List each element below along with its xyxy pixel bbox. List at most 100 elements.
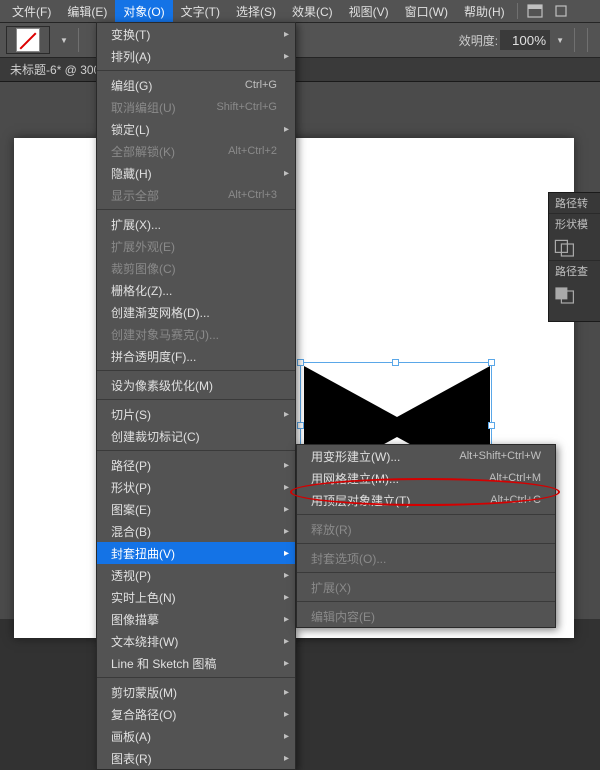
menu-object[interactable]: 对象(O) bbox=[115, 0, 172, 23]
submenu-item-label: 用顶层对象建立(T) bbox=[311, 492, 410, 509]
document-tab[interactable]: 未标题-6* @ 300% bbox=[0, 58, 600, 82]
menu-edit[interactable]: 编辑(E) bbox=[59, 0, 115, 23]
menu-shortcut: Alt+Ctrl+2 bbox=[228, 145, 277, 157]
menu-item[interactable]: 扩展(X)... bbox=[97, 213, 295, 235]
separator bbox=[297, 572, 555, 573]
menu-item: 扩展外观(E) bbox=[97, 235, 295, 257]
submenu-shortcut: Alt+Ctrl+M bbox=[489, 472, 541, 484]
menu-item-label: 隐藏(H) bbox=[111, 165, 152, 182]
menu-item[interactable]: 复合路径(O) bbox=[97, 703, 295, 725]
menu-item[interactable]: 创建裁切标记(C) bbox=[97, 425, 295, 447]
separator bbox=[97, 70, 295, 71]
submenu-item[interactable]: 用变形建立(W)... Alt+Shift+Ctrl+W bbox=[297, 445, 555, 467]
pathfinder-icon[interactable] bbox=[553, 285, 577, 305]
menu-item[interactable]: 栅格化(Z)... bbox=[97, 279, 295, 301]
divider bbox=[78, 28, 79, 52]
menu-item[interactable]: 封套扭曲(V) bbox=[97, 542, 295, 564]
menu-item-label: Line 和 Sketch 图稿 bbox=[111, 655, 216, 672]
menu-item[interactable]: 透视(P) bbox=[97, 564, 295, 586]
menu-item-label: 显示全部 bbox=[111, 187, 159, 204]
menu-item[interactable]: 排列(A) bbox=[97, 45, 295, 67]
submenu-item-label: 用变形建立(W)... bbox=[311, 448, 400, 465]
menu-shortcut: Shift+Ctrl+G bbox=[216, 101, 277, 113]
menu-item: 显示全部 Alt+Ctrl+3 bbox=[97, 184, 295, 206]
divider bbox=[574, 28, 575, 52]
menu-item[interactable]: 创建渐变网格(D)... bbox=[97, 301, 295, 323]
menu-item[interactable]: 隐藏(H) bbox=[97, 162, 295, 184]
menu-window[interactable]: 窗口(W) bbox=[397, 0, 456, 23]
menu-type[interactable]: 文字(T) bbox=[173, 0, 228, 23]
submenu-shortcut: Alt+Ctrl+C bbox=[490, 494, 541, 506]
menu-item: 创建对象马赛克(J)... bbox=[97, 323, 295, 345]
handle-t[interactable] bbox=[392, 359, 399, 366]
menu-item[interactable]: 图案(E) bbox=[97, 498, 295, 520]
separator bbox=[97, 399, 295, 400]
separator bbox=[297, 543, 555, 544]
menu-shortcut: Alt+Ctrl+3 bbox=[228, 189, 277, 201]
menu-item-label: 取消编组(U) bbox=[111, 99, 176, 116]
menu-item-label: 路径(P) bbox=[111, 457, 151, 474]
handle-tr[interactable] bbox=[488, 359, 495, 366]
menu-help[interactable]: 帮助(H) bbox=[456, 0, 513, 23]
menu-item[interactable]: 文本绕排(W) bbox=[97, 630, 295, 652]
menu-item-label: 实时上色(N) bbox=[111, 589, 176, 606]
menu-item[interactable]: 实时上色(N) bbox=[97, 586, 295, 608]
menu-view[interactable]: 视图(V) bbox=[341, 0, 397, 23]
submenu-item-label: 用网格建立(M)... bbox=[311, 470, 399, 487]
menu-item[interactable]: 变换(T) bbox=[97, 23, 295, 45]
submenu-item[interactable]: 用网格建立(M)... Alt+Ctrl+M bbox=[297, 467, 555, 489]
separator bbox=[97, 450, 295, 451]
menu-item[interactable]: 路径(P) bbox=[97, 454, 295, 476]
menu-item-label: 栅格化(Z)... bbox=[111, 282, 172, 299]
handle-l[interactable] bbox=[297, 422, 304, 429]
chevron-down-icon[interactable]: ▼ bbox=[556, 36, 564, 45]
menu-item-label: 图像描摹 bbox=[111, 611, 159, 628]
menu-item-label: 锁定(L) bbox=[111, 121, 150, 138]
panel-tab-pathfinder2[interactable]: 路径查 bbox=[549, 261, 600, 281]
separator bbox=[97, 677, 295, 678]
handle-tl[interactable] bbox=[297, 359, 304, 366]
shape-mode-icon[interactable] bbox=[553, 238, 577, 258]
options-bar: ▼ 效明度: ▼ bbox=[0, 22, 600, 58]
menu-item-label: 裁剪图像(C) bbox=[111, 260, 176, 277]
menu-select[interactable]: 选择(S) bbox=[228, 0, 284, 23]
menu-item[interactable]: 编组(G)Ctrl+G bbox=[97, 74, 295, 96]
menu-item-label: 透视(P) bbox=[111, 567, 151, 584]
menu-effect[interactable]: 效果(C) bbox=[284, 0, 341, 23]
arrange-icon[interactable] bbox=[550, 2, 572, 20]
menu-item[interactable]: 设为像素级优化(M) bbox=[97, 374, 295, 396]
menu-item-label: 排列(A) bbox=[111, 48, 151, 65]
menu-item[interactable]: 混合(B) bbox=[97, 520, 295, 542]
menu-item-label: 拼合透明度(F)... bbox=[111, 348, 196, 365]
menu-item-label: 变换(T) bbox=[111, 26, 150, 43]
menu-item[interactable]: 切片(S) bbox=[97, 403, 295, 425]
handle-r[interactable] bbox=[488, 422, 495, 429]
menu-item[interactable]: 图表(R) bbox=[97, 747, 295, 769]
opacity-input[interactable] bbox=[500, 30, 550, 50]
submenu-shortcut: Alt+Shift+Ctrl+W bbox=[459, 450, 541, 462]
menu-file[interactable]: 文件(F) bbox=[4, 0, 59, 23]
menu-item[interactable]: 拼合透明度(F)... bbox=[97, 345, 295, 367]
menu-item-label: 复合路径(O) bbox=[111, 706, 176, 723]
menu-item[interactable]: 锁定(L) bbox=[97, 118, 295, 140]
fill-swatch[interactable] bbox=[6, 26, 50, 54]
divider bbox=[517, 3, 518, 19]
panel-tab-shapemode[interactable]: 形状模 bbox=[549, 214, 600, 234]
menu-item[interactable]: 剪切蒙版(M) bbox=[97, 681, 295, 703]
menu-item-label: 剪切蒙版(M) bbox=[111, 684, 177, 701]
submenu-item-label: 释放(R) bbox=[311, 521, 352, 538]
submenu-item[interactable]: 用顶层对象建立(T) Alt+Ctrl+C bbox=[297, 489, 555, 511]
chevron-down-icon[interactable]: ▼ bbox=[60, 36, 68, 45]
menu-item-label: 扩展外观(E) bbox=[111, 238, 175, 255]
opacity-label: 效明度: bbox=[459, 32, 498, 49]
bridge-icon[interactable] bbox=[524, 2, 546, 20]
menu-item-label: 封套扭曲(V) bbox=[111, 545, 175, 562]
menu-item[interactable]: 图像描摹 bbox=[97, 608, 295, 630]
menu-item[interactable]: 画板(A) bbox=[97, 725, 295, 747]
menu-item-label: 编组(G) bbox=[111, 77, 152, 94]
menu-item-label: 创建对象马赛克(J)... bbox=[111, 326, 219, 343]
menu-item[interactable]: 形状(P) bbox=[97, 476, 295, 498]
menu-item-label: 文本绕排(W) bbox=[111, 633, 178, 650]
menu-item[interactable]: Line 和 Sketch 图稿 bbox=[97, 652, 295, 674]
panel-tab-pathfinder[interactable]: 路径转 bbox=[549, 193, 600, 213]
